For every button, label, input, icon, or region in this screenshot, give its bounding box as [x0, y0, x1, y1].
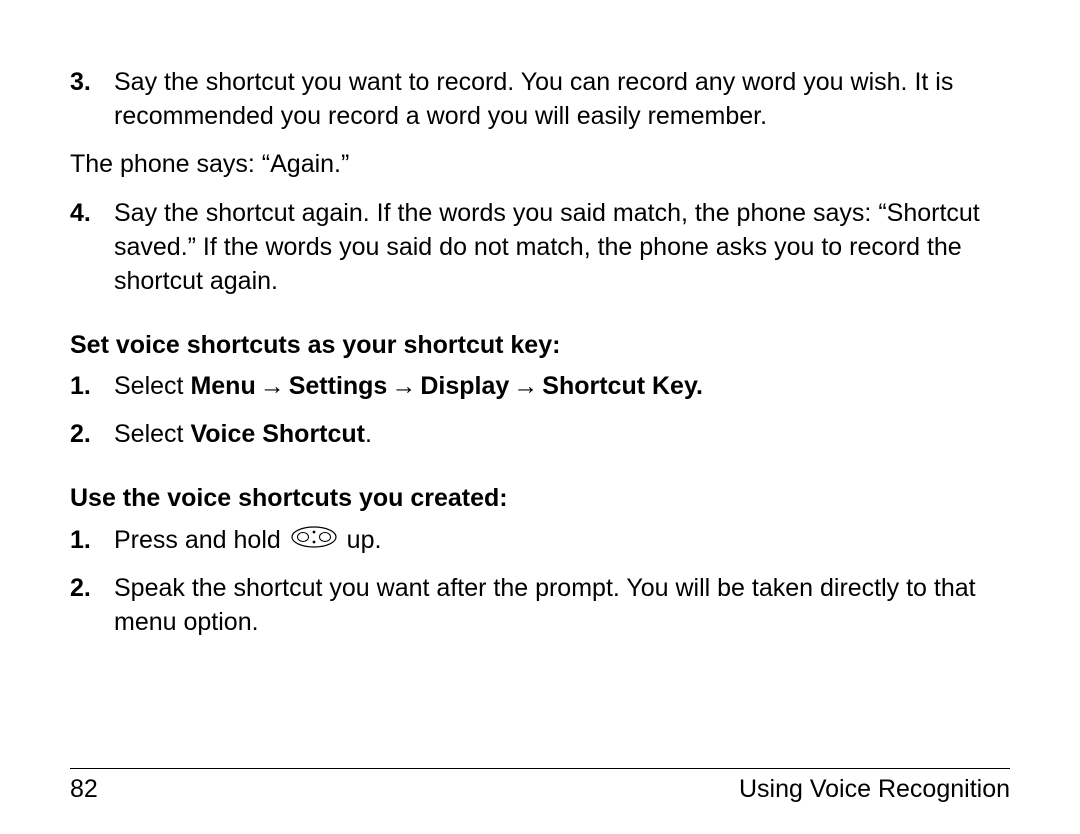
list-item: 2. Speak the shortcut you want after the…	[70, 572, 1010, 640]
arrow-icon: →	[387, 370, 420, 404]
list-text: Select Voice Shortcut.	[114, 418, 1010, 452]
list-text: Press and hold up.	[114, 524, 1010, 558]
text-fragment: Select	[114, 372, 190, 400]
menu-path-segment: Display	[420, 372, 509, 400]
list-number: 2.	[70, 418, 114, 452]
bold-text: Voice Shortcut	[190, 420, 365, 448]
list-text: Say the shortcut you want to record. You…	[114, 66, 1010, 134]
section-heading: Use the voice shortcuts you created:	[70, 482, 1010, 516]
menu-path-segment: Shortcut Key.	[542, 372, 703, 400]
section-heading: Set voice shortcuts as your shortcut key…	[70, 329, 1010, 363]
list-item: 3. Say the shortcut you want to record. …	[70, 66, 1010, 134]
arrow-icon: →	[509, 370, 542, 404]
menu-path: Menu→Settings→Display→Shortcut Key.	[190, 372, 703, 400]
list-number: 1.	[70, 370, 114, 404]
list-item: 4. Say the shortcut again. If the words …	[70, 197, 1010, 298]
list-text: Speak the shortcut you want after the pr…	[114, 572, 1010, 640]
menu-path-segment: Menu	[190, 372, 255, 400]
menu-path-segment: Settings	[289, 372, 388, 400]
list-item: 2. Select Voice Shortcut.	[70, 418, 1010, 452]
section-title: Using Voice Recognition	[739, 775, 1010, 804]
text-fragment: Press and hold	[114, 526, 288, 554]
arrow-icon: →	[256, 370, 289, 404]
list-text: Say the shortcut again. If the words you…	[114, 197, 1010, 298]
list-number: 2.	[70, 572, 114, 640]
page-footer: 82 Using Voice Recognition	[70, 768, 1010, 804]
document-page: 3. Say the shortcut you want to record. …	[0, 0, 1080, 834]
list-item: 1. Press and hold up.	[70, 524, 1010, 558]
list-item: 1. Select Menu→Settings→Display→Shortcut…	[70, 370, 1010, 404]
text-fragment: up.	[340, 526, 382, 554]
page-number: 82	[70, 775, 98, 804]
list-number: 4.	[70, 197, 114, 298]
list-text: Select Menu→Settings→Display→Shortcut Ke…	[114, 370, 1010, 404]
text-fragment: Select	[114, 420, 190, 448]
phone-says: The phone says: “Again.”	[70, 148, 1010, 182]
dpad-icon	[291, 524, 337, 558]
page-content: 3. Say the shortcut you want to record. …	[70, 66, 1010, 639]
list-number: 3.	[70, 66, 114, 134]
text-fragment: .	[365, 420, 372, 448]
list-number: 1.	[70, 524, 114, 558]
